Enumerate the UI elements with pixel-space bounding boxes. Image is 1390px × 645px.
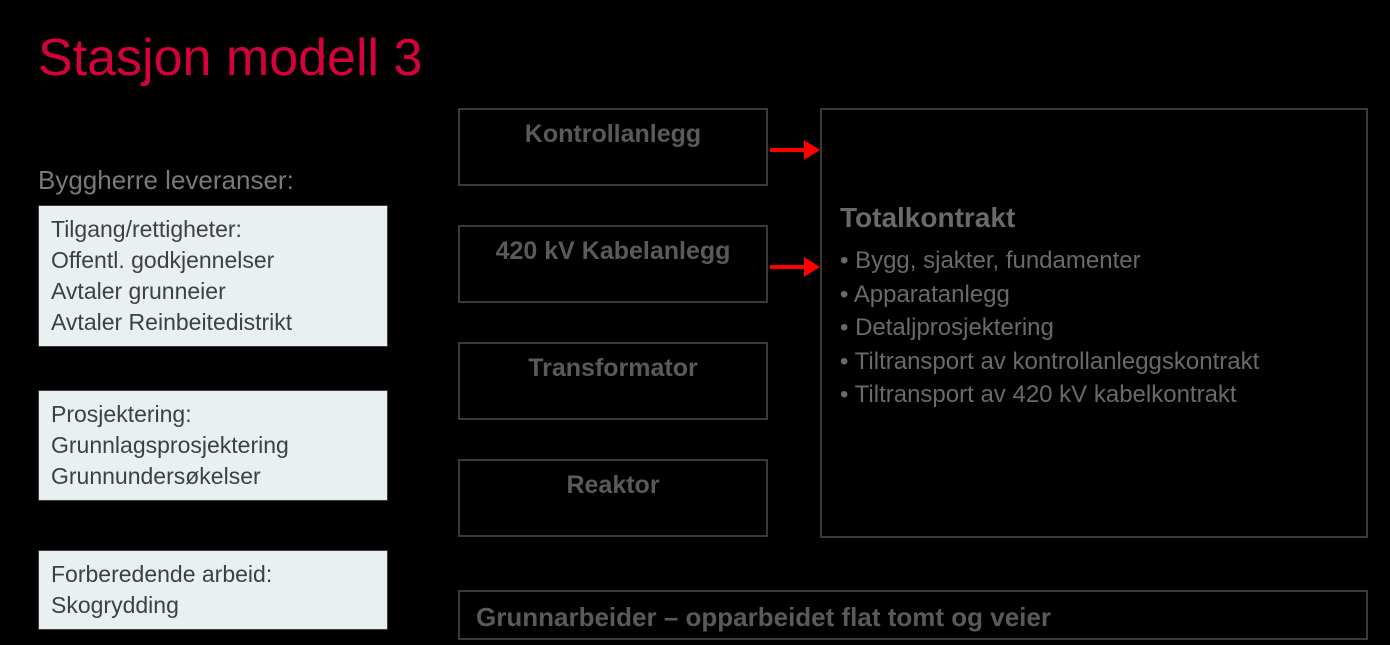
mid-box-reaktor: Reaktor: [458, 459, 768, 537]
mid-box-transformator: Transformator: [458, 342, 768, 420]
right-box-item: • Tiltransport av kontrollanleggskontrak…: [840, 345, 1348, 379]
slide-title: Stasjon modell 3: [38, 28, 422, 88]
left-box-line: Offentl. godkjennelser: [51, 245, 375, 276]
right-box-totalkontrakt: Totalkontrakt • Bygg, sjakter, fundament…: [820, 108, 1368, 538]
mid-box-kontrollanlegg: Kontrollanlegg: [458, 108, 768, 186]
right-box-item: • Detaljprosjektering: [840, 311, 1348, 345]
left-box-line: Avtaler Reinbeitedistrikt: [51, 307, 375, 338]
arrow-icon: [770, 140, 820, 160]
left-box-forberedende: Forberedende arbeid: Skogrydding: [38, 550, 388, 630]
mid-box-kabelanlegg: 420 kV Kabelanlegg: [458, 225, 768, 303]
left-box-line: Grunnlagsprosjektering: [51, 430, 375, 461]
right-box-item: • Bygg, sjakter, fundamenter: [840, 244, 1348, 278]
left-box-line: Tilgang/rettigheter:: [51, 214, 375, 245]
arrow-icon: [770, 257, 820, 277]
left-box-line: Skogrydding: [51, 590, 375, 621]
left-box-line: Avtaler grunneier: [51, 276, 375, 307]
left-box-line: Prosjektering:: [51, 399, 375, 430]
subheading-byggherre: Byggherre leveranser:: [38, 165, 294, 196]
right-box-title: Totalkontrakt: [840, 202, 1348, 234]
left-box-prosjektering: Prosjektering: Grunnlagsprosjektering Gr…: [38, 390, 388, 501]
left-box-tilgang: Tilgang/rettigheter: Offentl. godkjennel…: [38, 205, 388, 347]
right-box-item: • Tiltransport av 420 kV kabelkontrakt: [840, 378, 1348, 412]
left-box-line: Forberedende arbeid:: [51, 559, 375, 590]
left-box-line: Grunnundersøkelser: [51, 461, 375, 492]
bottom-box-grunnarbeider: Grunnarbeider – opparbeidet flat tomt og…: [458, 590, 1368, 640]
right-box-item: • Apparatanlegg: [840, 278, 1348, 312]
